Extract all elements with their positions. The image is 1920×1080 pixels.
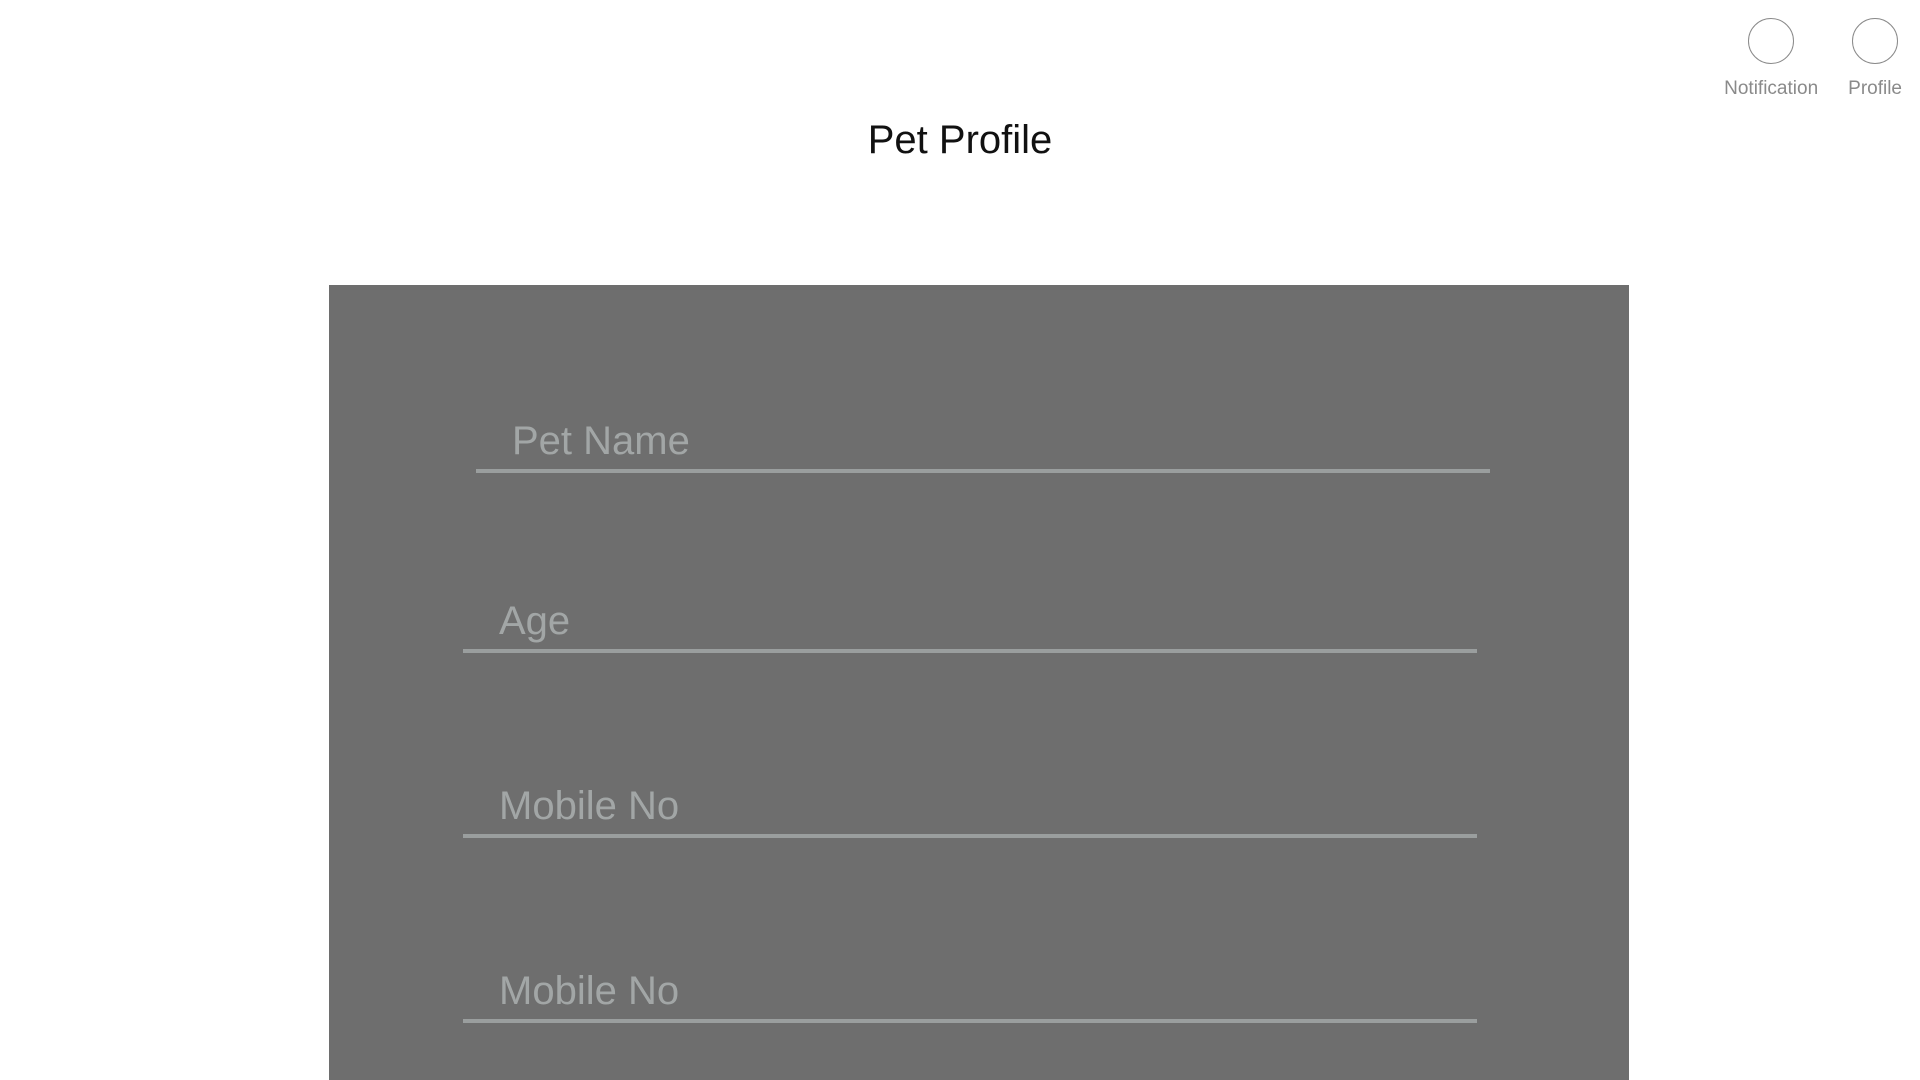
profile-label: Profile [1848, 78, 1902, 99]
age-underline [463, 649, 1477, 653]
top-actions: Notification Profile [1724, 18, 1902, 98]
profile-icon[interactable] [1852, 18, 1899, 64]
pet-profile-form [329, 285, 1629, 1080]
mobile-no-underline-2 [463, 1019, 1477, 1023]
pet-name-underline [476, 469, 1490, 473]
page: Notification Profile Pet Profile [0, 0, 1920, 1080]
notification-button[interactable]: Notification [1724, 18, 1818, 98]
mobile-no-field-2 [463, 969, 1477, 1023]
pet-name-field [476, 419, 1490, 473]
mobile-no-input-2[interactable] [463, 969, 1477, 1019]
notification-icon[interactable] [1748, 18, 1795, 64]
page-title: Pet Profile [867, 118, 1053, 162]
age-field [463, 599, 1477, 653]
mobile-no-underline [463, 834, 1477, 838]
profile-button[interactable]: Profile [1848, 18, 1902, 98]
age-input[interactable] [463, 599, 1477, 649]
mobile-no-input[interactable] [463, 784, 1477, 834]
mobile-no-field [463, 784, 1477, 838]
pet-name-input[interactable] [476, 419, 1490, 469]
notification-label: Notification [1724, 78, 1819, 99]
